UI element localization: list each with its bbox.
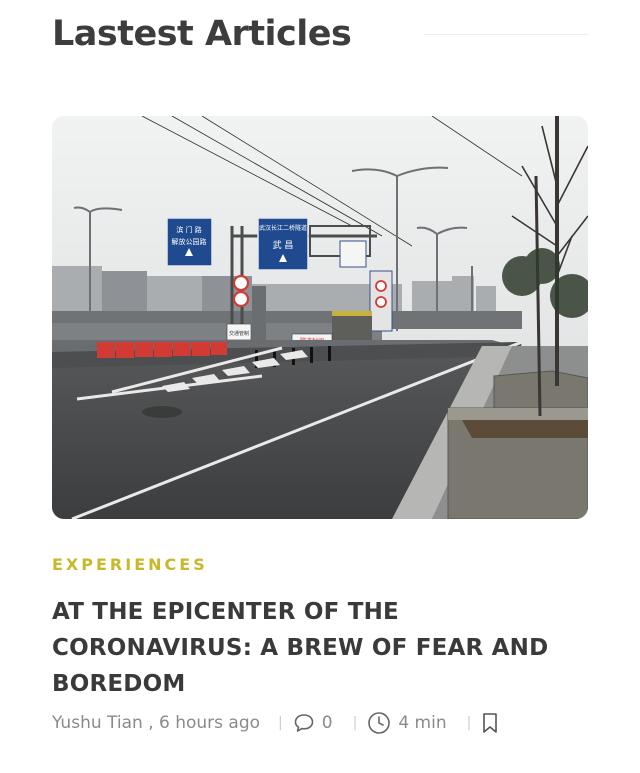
- sign-text-center-1: 武汉长江二桥隧道: [259, 224, 307, 232]
- section-header: Lastest Articles: [52, 12, 588, 56]
- author-time[interactable]: Yushu Tian , 6 hours ago: [52, 713, 260, 733]
- title-divider: [424, 34, 588, 35]
- article-headline[interactable]: AT THE EPICENTER OF THE CORONAVIRUS: A B…: [52, 594, 588, 702]
- comment-count[interactable]: 0: [322, 713, 333, 733]
- sign-text-small: 交通管制: [229, 330, 249, 337]
- meta-separator: |: [278, 715, 283, 731]
- meta-separator: |: [466, 715, 472, 731]
- category-link[interactable]: EXPERIENCES: [52, 554, 208, 576]
- thumbnail-photo: 滨 门 路 解放公园路 武汉长江二桥隧道 武 昌 交通管制 隧道封闭: [52, 116, 588, 519]
- bookmark-icon[interactable]: [481, 712, 499, 734]
- section-title: Lastest Articles: [52, 14, 352, 54]
- speech-bubble-icon[interactable]: [293, 712, 315, 734]
- sign-text-left-1: 滨 门 路: [176, 225, 201, 234]
- sign-text-left-2: 解放公园路: [172, 237, 207, 246]
- article-thumbnail[interactable]: 滨 门 路 解放公园路 武汉长江二桥隧道 武 昌 交通管制 隧道封闭: [52, 116, 588, 519]
- sign-text-center-2: 武 昌: [273, 239, 294, 251]
- clock-icon: [367, 711, 391, 735]
- meta-separator: |: [352, 715, 358, 731]
- article-meta: Yushu Tian , 6 hours ago | 0 | 4 min |: [52, 708, 588, 738]
- read-time: 4 min: [398, 713, 447, 733]
